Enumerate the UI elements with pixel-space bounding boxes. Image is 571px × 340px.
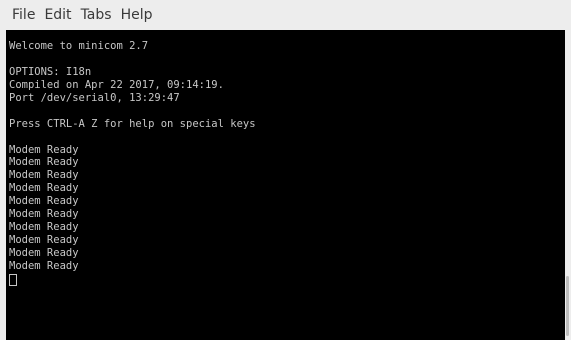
- cursor-line: [9, 273, 565, 286]
- menu-file[interactable]: File: [12, 0, 35, 30]
- terminal-line: Modem Ready: [9, 156, 79, 169]
- scrollbar[interactable]: [565, 30, 571, 340]
- terminal-line: Welcome to minicom 2.7: [9, 40, 149, 52]
- terminal-line: Modem Ready: [9, 169, 79, 182]
- terminal-line: Compiled on Apr 22 2017, 09:14:19.: [9, 78, 224, 91]
- terminal-line: Modem Ready: [9, 195, 79, 208]
- terminal-line: Modem Ready: [9, 143, 79, 156]
- terminal-line: Modem Ready: [9, 234, 79, 247]
- menu-edit[interactable]: Edit: [44, 0, 71, 30]
- menu-help[interactable]: Help: [121, 0, 153, 30]
- menu-tabs[interactable]: Tabs: [81, 0, 112, 30]
- scrollbar-thumb[interactable]: [566, 276, 569, 336]
- terminal-line: Modem Ready: [9, 208, 79, 221]
- terminal-line: Modem Ready: [9, 182, 79, 195]
- terminal-line: Press CTRL-A Z for help on special keys: [9, 117, 256, 130]
- terminal-window: File Edit Tabs Help Welcome to minicom 2…: [0, 0, 571, 340]
- terminal-line: Modem Ready: [9, 247, 79, 259]
- terminal-line: Modem Ready: [9, 221, 79, 234]
- menu-bar: File Edit Tabs Help: [0, 0, 571, 30]
- terminal-line: Port /dev/serial0, 13:29:47: [9, 91, 180, 104]
- terminal-output[interactable]: Welcome to minicom 2.7 OPTIONS: I18n Com…: [6, 30, 565, 340]
- terminal-cursor: [9, 273, 17, 286]
- terminal-line: OPTIONS: I18n: [9, 65, 92, 78]
- terminal-line: Modem Ready: [9, 259, 79, 272]
